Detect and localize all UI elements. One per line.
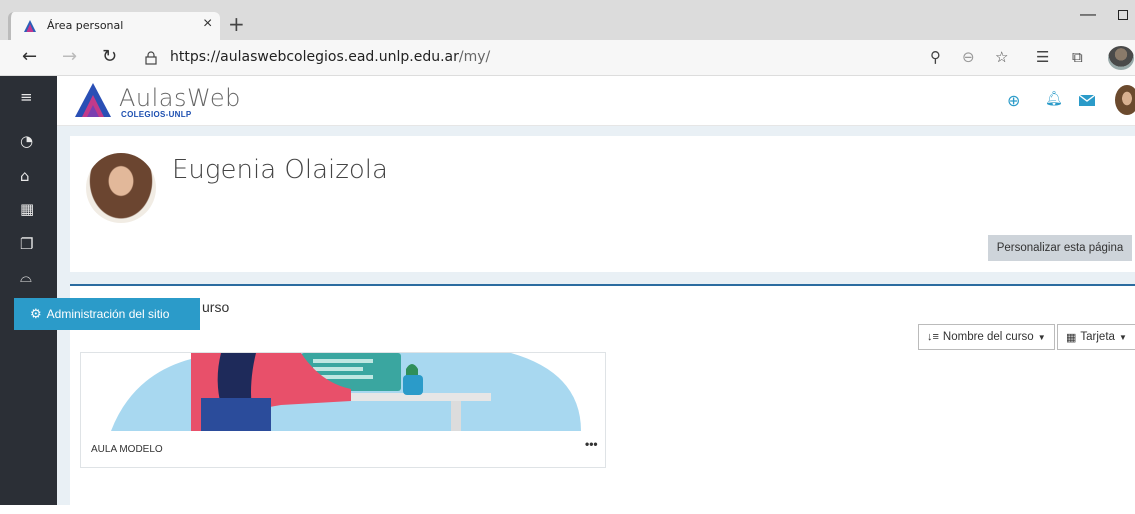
view-label: Tarjeta: [1080, 331, 1115, 343]
favorites-list-icon[interactable]: ☰: [1036, 48, 1049, 66]
lock-icon: [145, 51, 157, 65]
tab-title: Área personal: [47, 19, 124, 32]
hamburger-menu-icon[interactable]: ≡: [20, 88, 33, 106]
aulasweb-favicon-icon: [24, 20, 36, 32]
url-path: /my/: [458, 49, 491, 65]
aulasweb-logo-icon[interactable]: [73, 81, 113, 119]
site-administration-item[interactable]: ⚙ Administración del sitio: [14, 298, 200, 330]
bell-icon[interactable]: 🔔︎: [1045, 91, 1063, 107]
zoom-out-icon[interactable]: ⊖: [962, 48, 975, 66]
course-image[interactable]: [81, 353, 605, 431]
course-overview-heading: urso: [202, 299, 230, 315]
grid-icon: ▦: [1066, 331, 1077, 344]
home-icon[interactable]: ⌂: [20, 167, 30, 185]
profile-header-card: Eugenia Olaizola Personalizar esta págin…: [70, 136, 1135, 272]
address-bar: ← → ↻ https://aulaswebcolegios.ead.unlp.…: [0, 40, 1135, 76]
course-card[interactable]: AULA MODELO •••: [80, 352, 606, 468]
dashboard-icon[interactable]: ◔: [20, 132, 33, 150]
key-icon[interactable]: ⚲: [930, 48, 941, 66]
close-tab-icon[interactable]: ×: [203, 15, 212, 33]
minimize-icon[interactable]: —: [1080, 6, 1096, 24]
browser-window: Área personal × + — ← → ↻ https://aulasw…: [0, 0, 1135, 514]
sort-alpha-icon: ↓≡: [927, 331, 939, 343]
forward-arrow-icon[interactable]: →: [62, 46, 77, 67]
user-avatar[interactable]: [86, 153, 156, 223]
gear-icon: ⚙: [30, 306, 42, 321]
caret-down-icon: ▼: [1037, 332, 1046, 342]
browser-tab[interactable]: Área personal ×: [8, 12, 220, 40]
main-content: Eugenia Olaizola Personalizar esta págin…: [57, 126, 1135, 514]
nav-drawer: ≡ ◔ ⌂ ▦ ❐ ⌓: [0, 76, 57, 505]
calendar-icon[interactable]: ▦: [20, 200, 34, 218]
favorite-star-icon[interactable]: ☆: [995, 48, 1008, 66]
restore-window-icon[interactable]: [1118, 10, 1128, 20]
graduation-cap-icon[interactable]: ⌓: [20, 268, 32, 286]
globe-icon[interactable]: ⊕: [1007, 91, 1020, 110]
logo-subtitle: COLEGIOS-UNLP: [121, 110, 192, 119]
url-field[interactable]: https://aulaswebcolegios.ead.unlp.edu.ar…: [170, 49, 490, 65]
tab-strip: Área personal × + —: [0, 0, 1135, 40]
browser-profile-avatar[interactable]: [1108, 46, 1134, 70]
sort-label: Nombre del curso: [942, 331, 1034, 343]
sort-courses-dropdown[interactable]: ↓≡ Nombre del curso ▼: [918, 324, 1055, 350]
site-administration-label: Administración del sitio: [46, 307, 170, 321]
course-overview-block: urso ↓≡ Nombre del curso ▼ ▦ Tarjeta ▼ A…: [70, 284, 1135, 514]
logo-name[interactable]: AulasWeb: [119, 84, 241, 112]
course-illustration: [111, 353, 581, 431]
customize-page-button[interactable]: Personalizar esta página: [988, 235, 1132, 261]
course-name[interactable]: AULA MODELO: [91, 444, 163, 455]
caret-down-icon: ▼: [1118, 332, 1127, 342]
user-menu-avatar[interactable]: [1115, 85, 1135, 115]
course-actions-menu-icon[interactable]: •••: [585, 437, 598, 451]
user-full-name: Eugenia Olaizola: [172, 155, 388, 185]
files-icon[interactable]: ❐: [20, 235, 33, 253]
collections-icon[interactable]: ⧉: [1072, 48, 1083, 66]
url-host: https://aulaswebcolegios.ead.unlp.edu.ar: [170, 49, 459, 65]
new-tab-icon[interactable]: +: [228, 12, 245, 36]
mail-icon[interactable]: [1079, 95, 1095, 106]
site-header: AulasWeb COLEGIOS-UNLP ⊕ 🔔︎: [57, 76, 1135, 126]
back-arrow-icon[interactable]: ←: [22, 46, 37, 67]
view-mode-dropdown[interactable]: ▦ Tarjeta ▼: [1057, 324, 1135, 350]
refresh-icon[interactable]: ↻: [102, 46, 117, 67]
